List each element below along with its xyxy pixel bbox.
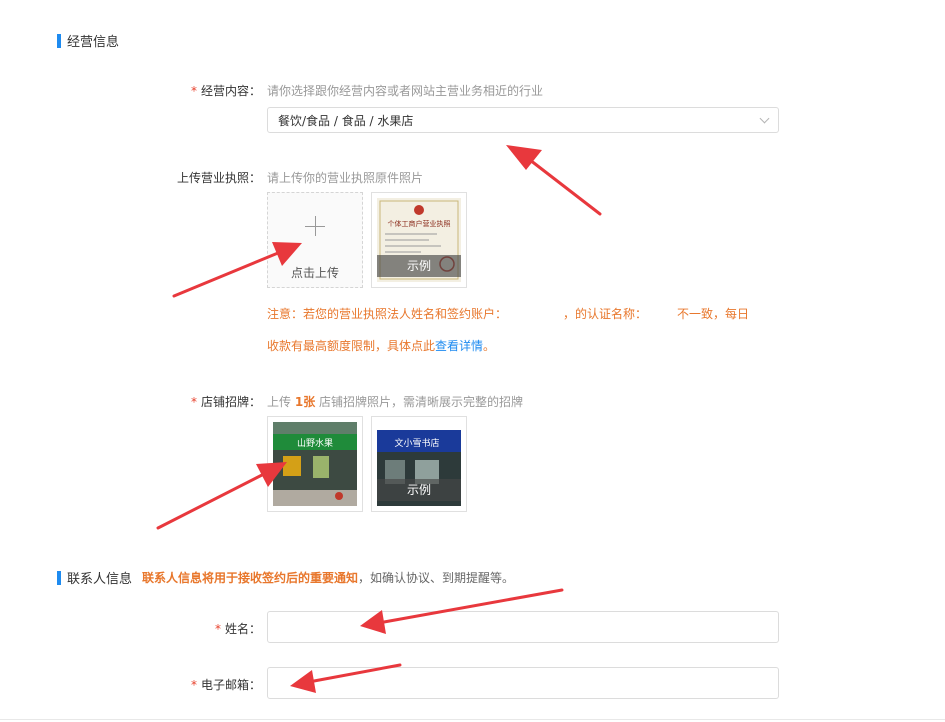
arrow-to-email-input bbox=[290, 663, 402, 693]
arrow-to-category-select bbox=[506, 145, 602, 216]
arrow-to-name-input bbox=[360, 588, 564, 634]
arrow-to-storefront-photo bbox=[156, 462, 287, 530]
annotation-arrows bbox=[156, 145, 602, 693]
arrow-to-upload-button bbox=[172, 242, 302, 298]
